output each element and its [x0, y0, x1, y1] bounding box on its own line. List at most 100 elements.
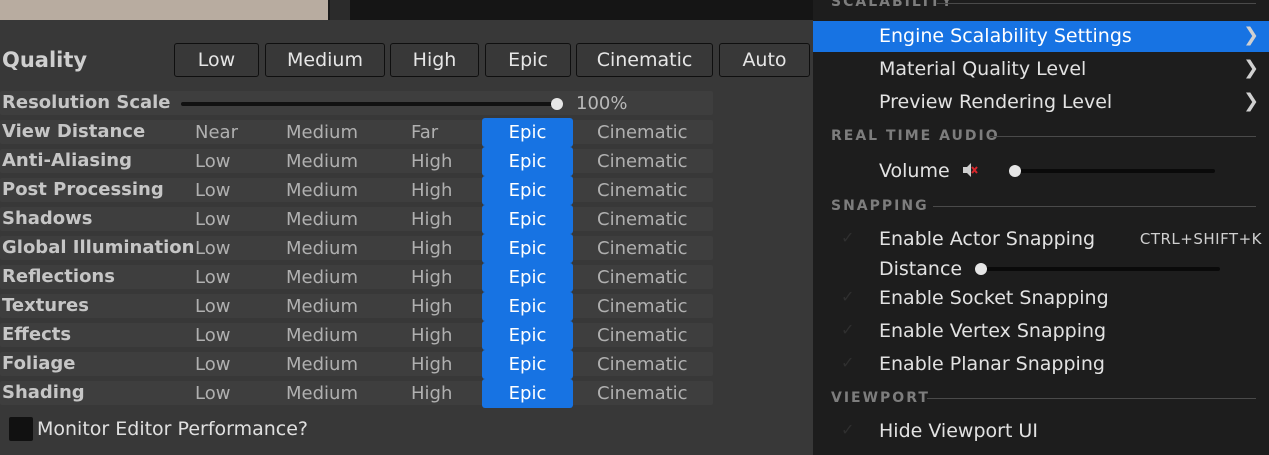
setting-option-low[interactable]: Low	[195, 263, 230, 292]
volume-label: Volume	[879, 160, 950, 182]
setting-option-low[interactable]: Low	[195, 205, 230, 234]
setting-label: Post Processing	[2, 179, 164, 200]
setting-option-medium[interactable]: Medium	[286, 205, 358, 234]
quality-preset-auto-button[interactable]: Auto	[719, 43, 810, 77]
chevron-right-icon: ❯	[1243, 57, 1259, 79]
setting-label: Shadows	[2, 208, 93, 229]
quality-preset-cinematic-button[interactable]: Cinematic	[576, 43, 713, 77]
viewport-section-header: VIEWPORT	[831, 390, 930, 406]
menu-item-hide-viewport-ui[interactable]: ✓ Hide Viewport UI	[813, 416, 1269, 447]
checkmark-icon: ✓	[841, 287, 855, 306]
viewport-options-menu: SCALABILITY Engine Scalability Settings …	[813, 0, 1269, 455]
setting-option-high[interactable]: High	[411, 263, 452, 292]
setting-option-epic[interactable]: Epic	[482, 118, 573, 147]
setting-option-medium[interactable]: Medium	[286, 118, 358, 147]
quality-title: Quality	[2, 48, 88, 72]
setting-row: Foliage Low Medium High Epic Cinematic	[0, 350, 813, 379]
scalability-section-header: SCALABILITY	[831, 0, 954, 10]
setting-label: Effects	[2, 324, 72, 345]
quality-preset-high-button[interactable]: High	[390, 43, 479, 77]
setting-option-high[interactable]: High	[411, 176, 452, 205]
setting-option-cinematic[interactable]: Cinematic	[597, 147, 688, 176]
setting-option-low[interactable]: Low	[195, 321, 230, 350]
setting-option-cinematic[interactable]: Cinematic	[597, 176, 688, 205]
setting-option-cinematic[interactable]: Cinematic	[597, 205, 688, 234]
resolution-scale-slider[interactable]	[181, 102, 557, 106]
setting-option-high[interactable]: High	[411, 379, 452, 408]
setting-option-near[interactable]: Near	[195, 118, 238, 147]
viewport-thumbnail	[0, 0, 330, 20]
setting-option-cinematic[interactable]: Cinematic	[597, 379, 688, 408]
resolution-scale-value: 100%	[576, 93, 628, 114]
setting-option-cinematic[interactable]: Cinematic	[597, 263, 688, 292]
quality-preset-low-button[interactable]: Low	[174, 43, 259, 77]
setting-option-epic[interactable]: Epic	[482, 321, 573, 350]
setting-option-far[interactable]: Far	[411, 118, 438, 147]
volume-slider[interactable]	[1009, 169, 1215, 173]
setting-option-medium[interactable]: Medium	[286, 350, 358, 379]
speaker-muted-icon[interactable]	[961, 161, 979, 179]
setting-option-cinematic[interactable]: Cinematic	[597, 118, 688, 147]
setting-label: Reflections	[2, 266, 115, 287]
setting-option-epic[interactable]: Epic	[482, 292, 573, 321]
setting-option-low[interactable]: Low	[195, 234, 230, 263]
quality-preset-medium-button[interactable]: Medium	[265, 43, 385, 77]
setting-option-cinematic[interactable]: Cinematic	[597, 350, 688, 379]
setting-option-epic[interactable]: Epic	[482, 205, 573, 234]
setting-option-low[interactable]: Low	[195, 147, 230, 176]
setting-option-low[interactable]: Low	[195, 379, 230, 408]
menu-item-label: Enable Socket Snapping	[879, 287, 1109, 309]
setting-label: Anti-Aliasing	[2, 150, 132, 171]
setting-option-cinematic[interactable]: Cinematic	[597, 234, 688, 263]
menu-item-planar-snapping[interactable]: ✓ Enable Planar Snapping	[813, 349, 1269, 380]
setting-option-epic[interactable]: Epic	[482, 379, 573, 408]
setting-option-medium[interactable]: Medium	[286, 379, 358, 408]
menu-item-vertex-snapping[interactable]: ✓ Enable Vertex Snapping	[813, 316, 1269, 347]
setting-label: Textures	[2, 295, 89, 316]
setting-option-low[interactable]: Low	[195, 176, 230, 205]
actor-snapping-shortcut: CTRL+SHIFT+K	[1139, 230, 1262, 248]
resolution-scale-row: Resolution Scale 100%	[0, 89, 813, 118]
setting-option-medium[interactable]: Medium	[286, 176, 358, 205]
menu-item-preview-rendering[interactable]: Preview Rendering Level ❯	[813, 87, 1269, 118]
monitor-performance-checkbox[interactable]	[9, 417, 33, 441]
menu-item-actor-snapping[interactable]: ✓ Enable Actor Snapping CTRL+SHIFT+K	[813, 224, 1269, 255]
setting-option-cinematic[interactable]: Cinematic	[597, 321, 688, 350]
setting-row: Reflections Low Medium High Epic Cinematic	[0, 263, 813, 292]
distance-slider-knob[interactable]	[975, 263, 987, 275]
snapping-section-header: SNAPPING	[831, 198, 929, 214]
setting-option-high[interactable]: High	[411, 292, 452, 321]
volume-slider-knob[interactable]	[1009, 165, 1021, 177]
distance-slider[interactable]	[975, 267, 1220, 271]
setting-option-medium[interactable]: Medium	[286, 263, 358, 292]
setting-option-medium[interactable]: Medium	[286, 292, 358, 321]
setting-option-epic[interactable]: Epic	[482, 263, 573, 292]
setting-option-high[interactable]: High	[411, 350, 452, 379]
setting-option-high[interactable]: High	[411, 147, 452, 176]
setting-option-cinematic[interactable]: Cinematic	[597, 292, 688, 321]
setting-row: Effects Low Medium High Epic Cinematic	[0, 321, 813, 350]
setting-row: Shading Low Medium High Epic Cinematic	[0, 379, 813, 408]
distance-label: Distance	[879, 258, 963, 280]
setting-option-high[interactable]: High	[411, 234, 452, 263]
menu-item-material-quality[interactable]: Material Quality Level ❯	[813, 54, 1269, 85]
setting-option-high[interactable]: High	[411, 321, 452, 350]
setting-option-low[interactable]: Low	[195, 350, 230, 379]
setting-option-high[interactable]: High	[411, 205, 452, 234]
quality-preset-epic-button[interactable]: Epic	[485, 43, 571, 77]
setting-option-epic[interactable]: Epic	[482, 176, 573, 205]
setting-option-medium[interactable]: Medium	[286, 147, 358, 176]
setting-label: Shading	[2, 382, 85, 403]
setting-option-low[interactable]: Low	[195, 292, 230, 321]
viewport-dark-area	[350, 0, 813, 20]
setting-option-medium[interactable]: Medium	[286, 234, 358, 263]
menu-item-engine-scalability[interactable]: Engine Scalability Settings ❯	[813, 21, 1269, 52]
setting-option-epic[interactable]: Epic	[482, 234, 573, 263]
menu-item-label: Enable Actor Snapping	[879, 228, 1096, 250]
resolution-scale-slider-knob[interactable]	[551, 98, 563, 110]
setting-option-medium[interactable]: Medium	[286, 321, 358, 350]
setting-option-epic[interactable]: Epic	[482, 350, 573, 379]
setting-option-epic[interactable]: Epic	[482, 147, 573, 176]
setting-row: Shadows Low Medium High Epic Cinematic	[0, 205, 813, 234]
menu-item-socket-snapping[interactable]: ✓ Enable Socket Snapping	[813, 283, 1269, 314]
